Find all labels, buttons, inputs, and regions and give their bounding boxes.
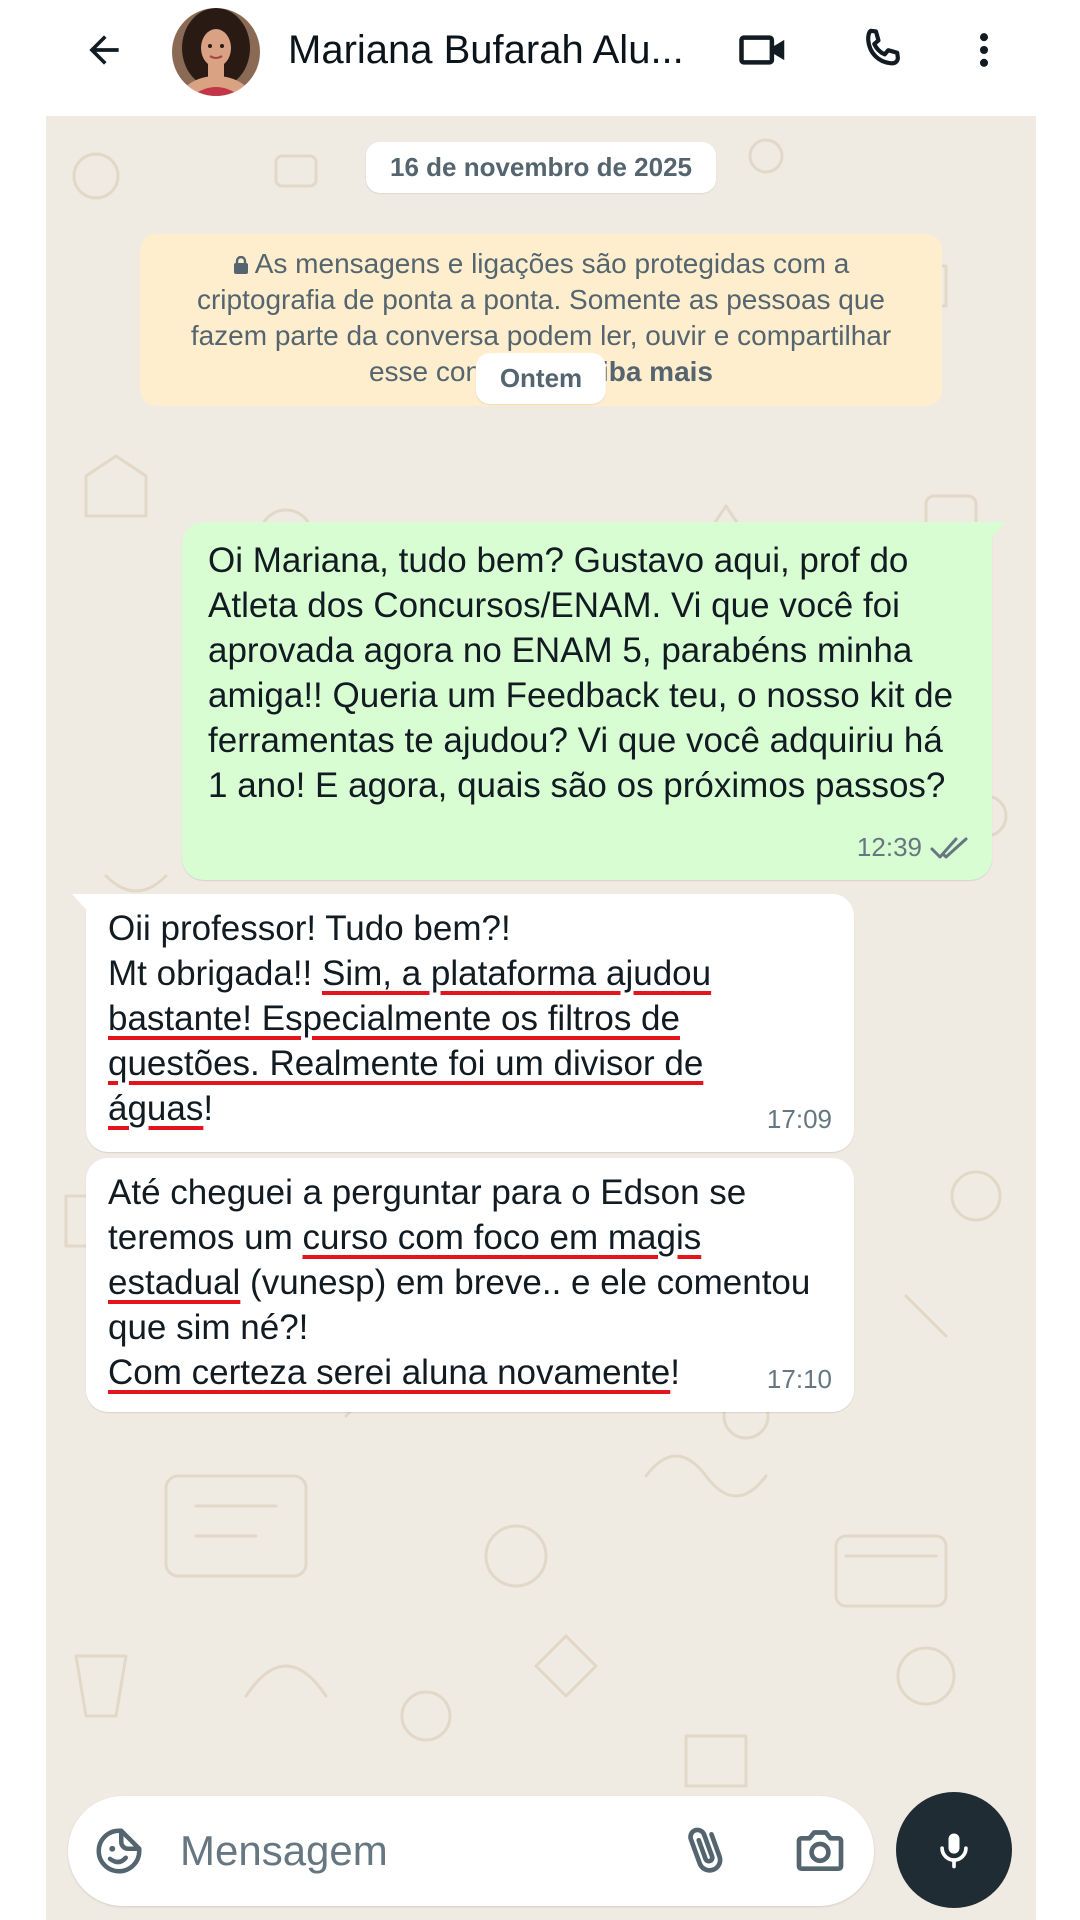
message-meta: 17:10 [767,1357,832,1402]
message-text: Oi Mariana, tudo bem? Gustavo aqui, prof… [208,541,954,805]
message-text-plain: Mt obrigada!! [108,954,322,993]
message-text-plain: ! [203,1089,214,1128]
message-line: Oii professor! Tudo bem?! [108,909,511,948]
more-options-icon[interactable] [952,18,1016,82]
microphone-icon [940,1833,968,1869]
phone-icon[interactable] [850,18,914,82]
underlined-text: Com certeza serei aluna novamente [108,1353,671,1392]
bubble-tail [986,522,1006,544]
bubble-tail [72,894,92,916]
message-text: Oii professor! Tudo bem?! Mt obrigada!! S… [108,906,814,1131]
chat-area[interactable]: 16 de novembro de 2025 As mensagens e li… [46,116,1036,1920]
sticker-icon[interactable] [92,1824,146,1878]
microphone-button[interactable] [896,1792,1012,1908]
attach-icon[interactable] [678,1822,734,1878]
video-call-icon[interactable] [732,18,796,82]
lock-icon [233,256,248,274]
avatar[interactable] [172,8,260,96]
incoming-message[interactable]: Oii professor! Tudo bem?! Mt obrigada!! S… [72,894,854,1152]
contact-name[interactable]: Mariana Bufarah Alu... [288,24,698,76]
message-meta: 12:39 [857,825,970,870]
message-time: 17:09 [766,1104,832,1134]
camera-icon[interactable] [790,1822,850,1878]
double-check-icon [930,837,968,858]
message-text-plain: ! [670,1353,680,1392]
back-arrow-icon[interactable] [72,18,136,82]
message-time: 12:39 [856,832,922,862]
message-time: 17:10 [766,1364,832,1394]
day-pill: Ontem [475,353,607,404]
outgoing-message[interactable]: Oi Mariana, tudo bem? Gustavo aqui, prof… [182,522,1006,880]
message-composer [68,1796,874,1906]
message-input[interactable] [180,1823,620,1879]
incoming-message[interactable]: Até cheguei a perguntar para o Edson se … [86,1158,854,1412]
date-pill: 16 de novembro de 2025 [365,142,717,193]
chat-header: Mariana Bufarah Alu... [0,0,1080,116]
message-meta: 17:09 [767,1097,832,1142]
message-text: Até cheguei a perguntar para o Edson se … [108,1170,824,1395]
